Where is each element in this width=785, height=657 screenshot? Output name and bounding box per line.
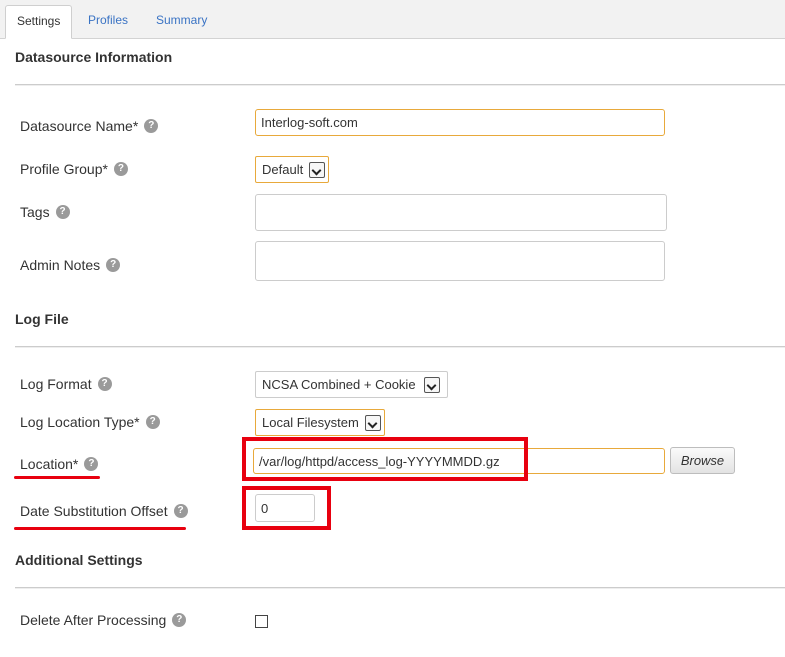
datasource-name-input[interactable]: Interlog-soft.com (255, 109, 665, 136)
date-offset-label-text: Date Substitution Offset (20, 503, 168, 519)
tags-label: Tags ? (20, 204, 70, 220)
admin-notes-textarea[interactable] (255, 241, 665, 281)
log-format-value: NCSA Combined + Cookie (262, 377, 416, 392)
section-log-file: Log File (15, 311, 69, 327)
datasource-name-label-text: Datasource Name* (20, 118, 139, 134)
delete-after-label-text: Delete After Processing (20, 612, 167, 628)
help-icon[interactable]: ? (145, 415, 160, 429)
tab-settings[interactable]: Settings (5, 5, 73, 39)
help-icon[interactable]: ? (106, 258, 121, 272)
admin-notes-label: Admin Notes ? (20, 257, 121, 273)
section-divider (15, 587, 785, 589)
chevron-down-icon (423, 376, 440, 393)
chevron-down-icon (309, 161, 326, 178)
chevron-down-icon (364, 414, 381, 431)
section-divider (15, 84, 785, 86)
tab-profiles[interactable]: Profiles (77, 5, 139, 37)
tab-bar: Settings Profiles Summary (0, 0, 785, 39)
section-datasource-information: Datasource Information (15, 49, 173, 65)
browse-button[interactable]: Browse (670, 447, 735, 474)
log-format-label: Log Format ? (20, 376, 112, 392)
profile-group-select[interactable]: Default (255, 156, 329, 183)
date-offset-label: Date Substitution Offset ? (20, 503, 188, 519)
log-location-type-select[interactable]: Local Filesystem (255, 409, 385, 436)
log-format-label-text: Log Format (20, 376, 92, 392)
tags-input[interactable] (255, 194, 667, 231)
help-icon[interactable]: ? (173, 504, 188, 518)
profile-group-label-text: Profile Group* (20, 161, 108, 177)
location-label: Location* ? (20, 456, 99, 472)
annotation-underline (14, 476, 100, 479)
help-icon[interactable]: ? (144, 119, 159, 133)
help-icon[interactable]: ? (84, 457, 99, 471)
delete-after-label: Delete After Processing ? (20, 612, 187, 628)
help-icon[interactable]: ? (55, 205, 70, 219)
datasource-name-label: Datasource Name* ? (20, 118, 159, 134)
annotation-underline (14, 527, 186, 530)
log-location-type-label: Log Location Type* ? (20, 414, 160, 430)
delete-after-checkbox[interactable] (255, 615, 268, 628)
section-divider (15, 346, 785, 348)
log-location-type-label-text: Log Location Type* (20, 414, 140, 430)
annotation-highlight-box (242, 437, 528, 481)
help-icon[interactable]: ? (113, 162, 128, 176)
help-icon[interactable]: ? (172, 613, 187, 627)
location-label-text: Location* (20, 456, 79, 472)
log-format-select[interactable]: NCSA Combined + Cookie (255, 371, 448, 398)
profile-group-value: Default (262, 162, 304, 177)
tags-label-text: Tags (20, 204, 50, 220)
section-additional-settings: Additional Settings (15, 552, 143, 568)
admin-notes-label-text: Admin Notes (20, 257, 101, 273)
tab-summary[interactable]: Summary (145, 5, 218, 37)
help-icon[interactable]: ? (97, 377, 112, 391)
profile-group-label: Profile Group* ? (20, 161, 128, 177)
annotation-highlight-box (242, 486, 331, 530)
log-location-type-value: Local Filesystem (262, 415, 359, 430)
